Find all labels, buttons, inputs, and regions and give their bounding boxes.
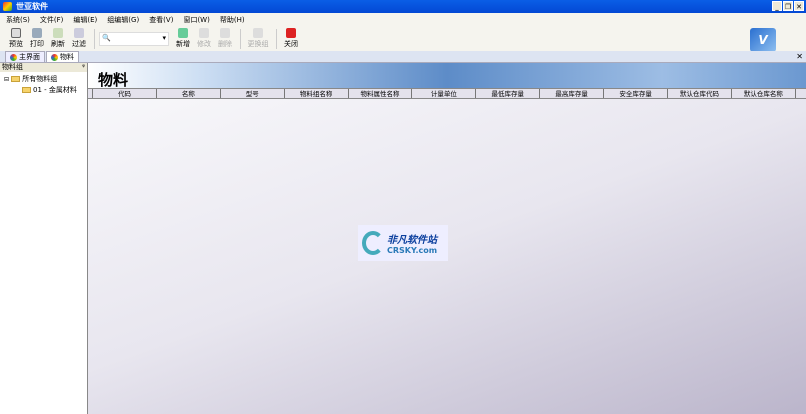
filter-icon <box>74 28 84 38</box>
power-icon <box>286 28 296 38</box>
menu-view[interactable]: 查看(V) <box>149 15 173 25</box>
col-default-warehouse-code[interactable]: 默认仓库代码 <box>668 89 732 98</box>
col-max-stock[interactable]: 最高库存量 <box>540 89 605 98</box>
close-button[interactable]: 关闭 <box>281 28 301 49</box>
col-name[interactable]: 名称 <box>157 89 221 98</box>
tree-root[interactable]: ⊟ 所有物料组 <box>4 74 83 85</box>
tab-home[interactable]: 主界面 <box>5 51 45 62</box>
change-group-button[interactable]: 更换组 <box>245 28 271 49</box>
table-header: 代码 名称 型号 物料组名称 物料属性名称 计量单位 最低库存量 最高库存量 安… <box>88 88 806 99</box>
minimize-button[interactable]: _ <box>772 1 782 11</box>
edit-button[interactable]: 修改 <box>194 28 214 49</box>
restore-button[interactable]: ❐ <box>783 1 793 11</box>
close-tab-icon[interactable]: ✕ <box>796 52 803 61</box>
search-combobox[interactable]: 🔍 <box>99 31 169 46</box>
menu-system[interactable]: 系统(S) <box>6 15 30 25</box>
materials-tab-icon <box>51 53 58 61</box>
col-min-stock[interactable]: 最低库存量 <box>476 89 541 98</box>
col-attribute-name[interactable]: 物料属性名称 <box>349 89 413 98</box>
home-tab-icon <box>10 53 17 61</box>
title-bar: 世亚软件 _ ❐ ✕ <box>0 0 806 13</box>
edit-icon <box>199 28 209 38</box>
panel-title: 物料组 <box>2 63 23 71</box>
add-button[interactable]: 新增 <box>173 28 193 49</box>
folder-icon <box>11 76 21 82</box>
separator <box>240 28 241 49</box>
printer-icon <box>32 28 42 38</box>
separator <box>276 28 277 49</box>
col-safety-stock[interactable]: 安全库存量 <box>604 89 669 98</box>
close-window-button[interactable]: ✕ <box>794 1 804 11</box>
print-button[interactable]: 打印 <box>27 28 47 49</box>
menu-group-edit[interactable]: 组编辑(G) <box>107 15 139 25</box>
app-icon <box>3 2 12 11</box>
delete-button[interactable]: 删除 <box>215 28 235 49</box>
col-unit[interactable]: 计量单位 <box>412 89 477 98</box>
search-icon: 🔍 <box>102 33 111 42</box>
page-title: 物料 <box>88 63 806 89</box>
tab-materials[interactable]: 物料 <box>46 51 79 62</box>
tab-bar: 主界面 物料 <box>0 51 806 63</box>
watermark: 非凡软件站 CRSKY.com <box>358 225 448 261</box>
window-title: 世亚软件 <box>16 2 48 11</box>
refresh-button[interactable]: 刷新 <box>48 28 68 49</box>
pin-button[interactable]: ᵠ <box>82 63 85 72</box>
watermark-logo-icon <box>362 231 384 255</box>
filter-button[interactable]: 过滤 <box>69 28 89 49</box>
check-icon <box>253 28 263 38</box>
material-group-panel: 物料组 ᵠ ⊟ 所有物料组 01 - 金属材料 <box>0 63 88 414</box>
add-icon <box>178 28 188 38</box>
col-model[interactable]: 型号 <box>221 89 285 98</box>
folder-icon <box>22 87 31 93</box>
refresh-icon <box>53 28 63 38</box>
menu-file[interactable]: 文件(F) <box>40 15 64 25</box>
col-code[interactable]: 代码 <box>93 89 157 98</box>
tree-item[interactable]: 01 - 金属材料 <box>4 85 83 95</box>
col-group-name[interactable]: 物料组名称 <box>285 89 349 98</box>
col-default-warehouse-name[interactable]: 默认仓库名称 <box>732 89 796 98</box>
menu-bar: 系统(S) 文件(F) 编辑(E) 组编辑(G) 查看(V) 窗口(W) 帮助(… <box>0 13 806 26</box>
toolbar: 预览 打印 刷新 过滤 🔍 新增 修改 删除 更换组 关闭 <box>0 26 806 51</box>
brand-logo: V <box>750 28 776 52</box>
preview-button[interactable]: 预览 <box>6 28 26 49</box>
menu-help[interactable]: 帮助(H) <box>220 15 245 25</box>
preview-icon <box>11 28 21 38</box>
delete-icon <box>220 28 230 38</box>
separator <box>94 28 95 49</box>
menu-edit[interactable]: 编辑(E) <box>73 15 97 25</box>
main-content: 物料 代码 名称 型号 物料组名称 物料属性名称 计量单位 最低库存量 最高库存… <box>88 63 806 414</box>
collapse-icon[interactable]: ⊟ <box>4 76 9 83</box>
menu-window[interactable]: 窗口(W) <box>183 15 209 25</box>
